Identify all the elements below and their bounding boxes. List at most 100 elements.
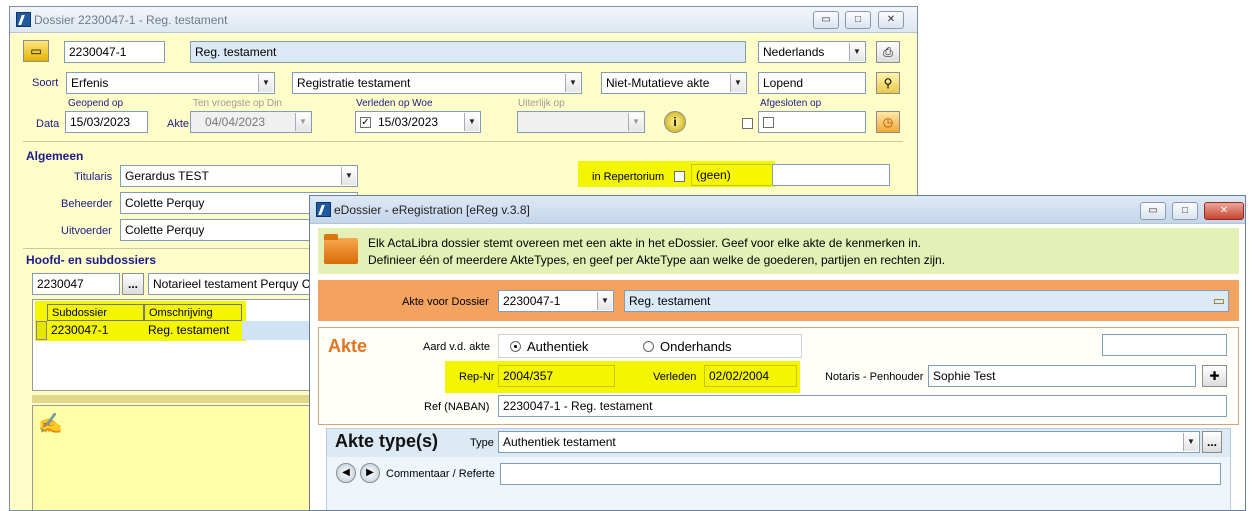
ref-label: Ref (NABAN) — [424, 401, 490, 413]
beheerder-label: Beheerder — [61, 198, 113, 210]
akte-voor-select[interactable]: 2230047-1 ▼ — [498, 290, 614, 312]
aard-label: Aard v.d. akte — [423, 341, 491, 353]
afgesloten-inner-checkbox[interactable] — [763, 117, 774, 128]
ten-vroegste-label: Ten vroegste op Din — [193, 98, 282, 109]
chevron-down-icon[interactable]: ▼ — [258, 74, 273, 92]
hoofd-description-field[interactable]: Notarieel testament Perquy C — [148, 273, 318, 295]
chevron-down-icon: ▼ — [295, 113, 310, 131]
verleden-date-field[interactable]: ✓ 15/03/2023 ▼ — [355, 111, 481, 133]
dossier-description-field[interactable]: Reg. testament — [190, 41, 746, 63]
chevron-down-icon[interactable]: ▼ — [849, 43, 864, 61]
close-button[interactable]: ✕ — [878, 11, 904, 29]
next-icon[interactable]: ▶ — [360, 463, 380, 483]
afgesloten-date-field[interactable] — [758, 111, 866, 133]
soort-label: Soort — [32, 77, 59, 89]
soort-select[interactable]: Erfenis ▼ — [66, 72, 275, 94]
minimize-button[interactable]: ▭ — [1140, 202, 1166, 220]
titularis-value: Gerardus TEST — [125, 169, 209, 183]
subdossier-row-description[interactable]: Reg. testament — [144, 321, 242, 340]
dossier-number-field[interactable]: 2230047-1 — [64, 41, 165, 63]
type-value: Authentiek testament — [503, 435, 616, 449]
edit-note-icon[interactable]: ✍ — [38, 411, 63, 436]
geopend-date-field[interactable]: 15/03/2023 — [65, 111, 148, 133]
language-select[interactable]: Nederlands ▼ — [758, 41, 866, 63]
table-row-indicator — [36, 321, 47, 340]
open-folder-icon[interactable]: ▭ — [1213, 293, 1225, 309]
add-person-icon[interactable]: ✚ — [1202, 365, 1227, 387]
hoofd-dossier-field[interactable]: 2230047 — [32, 273, 120, 295]
info-banner — [318, 228, 1239, 274]
close-button[interactable]: ✕ — [1204, 202, 1244, 220]
chevron-down-icon: ▼ — [628, 113, 643, 131]
subdossier-col-omschrijving[interactable]: Omschrijving — [144, 304, 242, 321]
akte-kind-select[interactable]: Niet-Mutatieve akte ▼ — [601, 72, 747, 94]
type-label: Type — [470, 437, 494, 449]
verleden-value: 15/03/2023 — [378, 115, 439, 129]
algemeen-title: Algemeen — [26, 149, 84, 163]
repertorium-label: in Repertorium — [592, 171, 665, 183]
notaris-label: Notaris - Penhouder — [825, 371, 924, 383]
notes-area[interactable] — [32, 405, 322, 510]
search-icon[interactable]: ⚲ — [876, 72, 900, 94]
repertorium-checkbox[interactable] — [674, 171, 685, 182]
titularis-select[interactable]: Gerardus TEST ▼ — [120, 165, 358, 187]
subdossiers-title: Hoofd- en subdossiers — [26, 253, 157, 267]
maximize-button[interactable]: □ — [1172, 202, 1198, 220]
akte-types-title: Akte type(s) — [335, 431, 439, 451]
verleden-op-label: Verleden op Woe — [356, 98, 433, 109]
type-select[interactable]: Authentiek testament ▼ — [498, 431, 1200, 453]
type-ellipsis-button[interactable]: ... — [1202, 431, 1222, 453]
chevron-down-icon[interactable]: ▼ — [597, 292, 612, 310]
geopend-label: Geopend op — [68, 98, 124, 109]
maximize-button[interactable]: □ — [845, 11, 871, 29]
repnr-field[interactable]: 2004/357 — [498, 365, 615, 387]
window-title: Dossier 2230047-1 - Reg. testament — [34, 13, 228, 27]
data-label: Data — [36, 118, 60, 130]
ref-field[interactable]: 2230047-1 - Reg. testament — [498, 395, 1227, 417]
notaris-field[interactable]: Sophie Test — [928, 365, 1196, 387]
repnr-label: Rep-Nr — [459, 371, 495, 383]
chevron-down-icon[interactable]: ▼ — [1183, 433, 1198, 451]
dossier-type-select[interactable]: Registratie testament ▼ — [292, 72, 582, 94]
info-line-1: Elk ActaLibra dossier stemt overeen met … — [368, 236, 921, 250]
soort-value: Erfenis — [71, 76, 109, 90]
verleden-label: Verleden — [653, 371, 697, 383]
status-field[interactable]: Lopend — [758, 72, 866, 94]
afgesloten-label: Afgesloten op — [760, 98, 822, 109]
minimize-button[interactable]: ▭ — [813, 11, 839, 29]
subdossier-col-subdossier[interactable]: Subdossier — [47, 304, 144, 321]
info-line-2: Definieer één of meerdere AkteTypes, en … — [368, 253, 946, 267]
onderhands-label[interactable]: Onderhands — [660, 339, 732, 354]
comment-field[interactable] — [500, 463, 1221, 485]
open-folder-icon[interactable]: ▭ — [23, 40, 49, 62]
ten-vroegste-value: 04/04/2023 — [205, 115, 266, 129]
edossier-titlebar: eDossier - eRegistration [eReg v.3.8] ▭ … — [310, 196, 1245, 224]
chevron-down-icon[interactable]: ▼ — [730, 74, 745, 92]
onderhands-radio[interactable] — [643, 341, 654, 352]
notes-toolbar — [32, 395, 322, 403]
subdossier-row-number[interactable]: 2230047-1 — [47, 321, 144, 340]
akte-voor-description-text: Reg. testament — [629, 294, 711, 308]
chevron-down-icon[interactable]: ▼ — [341, 167, 356, 185]
repertorium-extra-field[interactable] — [772, 164, 890, 186]
akte-extra-field[interactable] — [1102, 334, 1227, 356]
app-icon — [316, 202, 331, 217]
previous-icon[interactable]: ◀ — [336, 463, 356, 483]
print-icon[interactable]: ⎙ — [876, 41, 900, 63]
uiterlijk-label: Uiterlijk op — [518, 98, 565, 109]
verleden-checkbox[interactable]: ✓ — [360, 117, 371, 128]
repertorium-field[interactable]: (geen) — [691, 164, 771, 186]
edossier-title: eDossier - eRegistration [eReg v.3.8] — [334, 203, 530, 217]
info-icon[interactable]: i — [664, 111, 686, 133]
chevron-down-icon[interactable]: ▼ — [565, 74, 580, 92]
authentiek-radio[interactable] — [510, 341, 521, 352]
dossier-type-value: Registratie testament — [297, 76, 411, 90]
afgesloten-checkbox[interactable] — [742, 118, 753, 129]
verleden-field[interactable]: 02/02/2004 — [704, 365, 797, 387]
chevron-down-icon[interactable]: ▼ — [464, 113, 479, 131]
clock-icon[interactable]: ◷ — [876, 111, 900, 133]
authentiek-label[interactable]: Authentiek — [527, 339, 588, 354]
hoofd-ellipsis-button[interactable]: ... — [122, 273, 144, 295]
titularis-label: Titularis — [74, 171, 113, 183]
akte-voor-description[interactable]: Reg. testament ▭ — [624, 290, 1229, 312]
